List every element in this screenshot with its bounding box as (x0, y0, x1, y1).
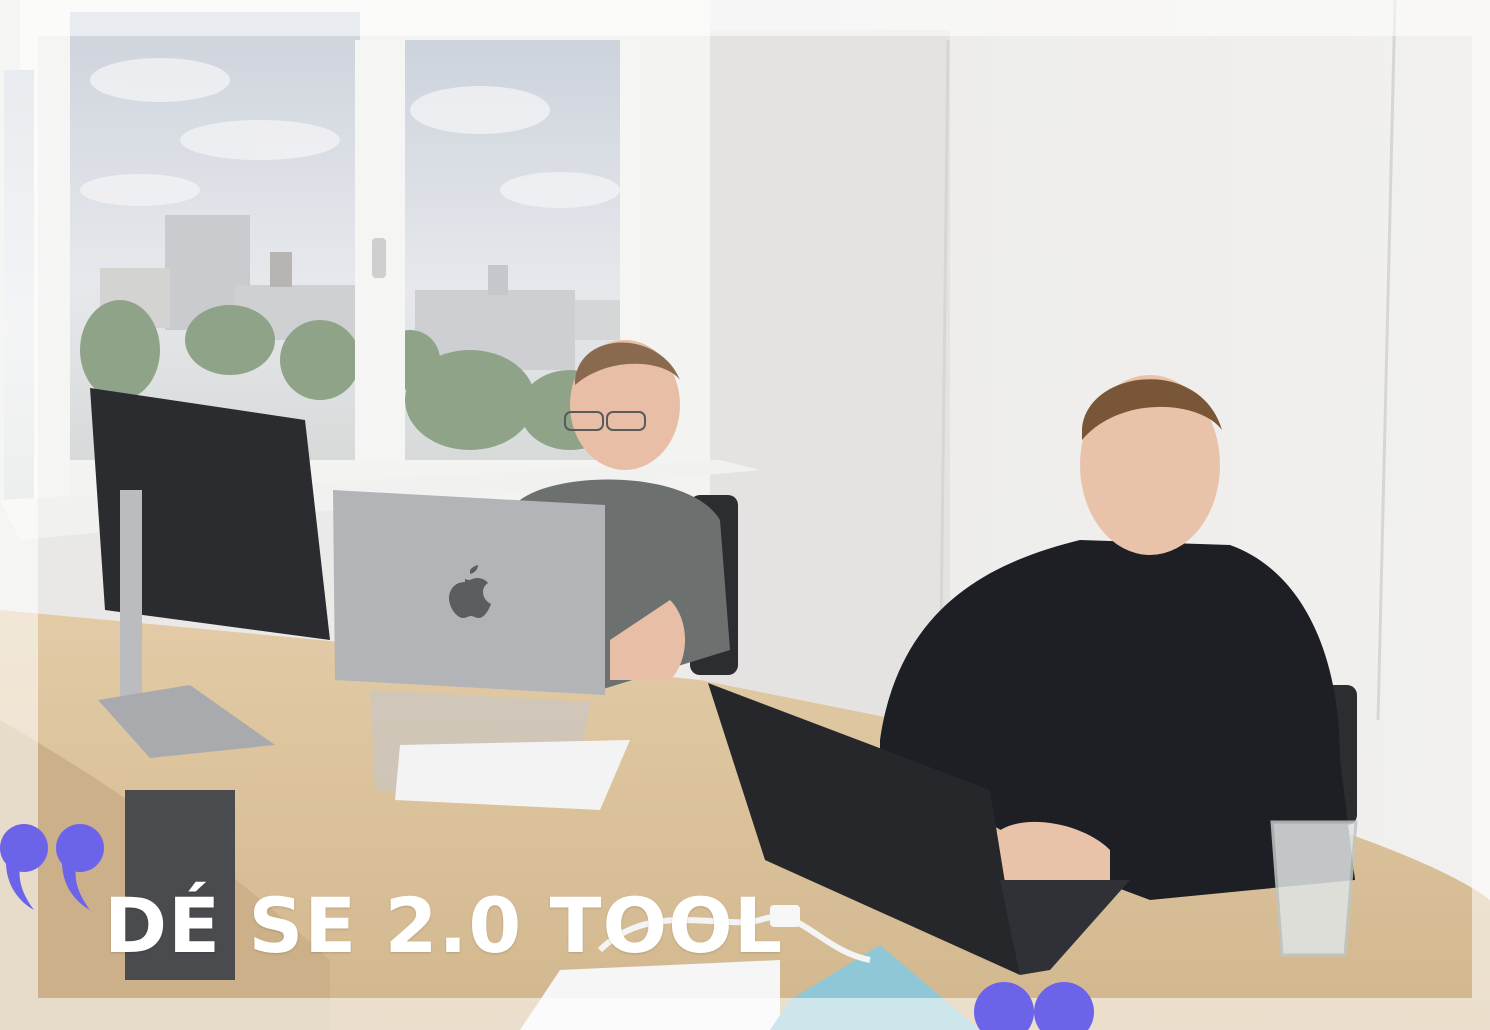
drinking-glass (1270, 820, 1358, 957)
quote-mark-icon (0, 824, 104, 910)
paper-document (395, 740, 630, 810)
quote-mark-icon (974, 982, 1094, 1030)
border-wash-top (0, 0, 1490, 36)
window-handle (372, 238, 386, 278)
headline-text: DÉ SE 2.0 TOOL (104, 881, 784, 970)
border-wash-bottom (0, 998, 1490, 1030)
office-photo (0, 0, 1490, 1030)
border-wash-right (1472, 36, 1490, 998)
window-mullion (34, 10, 70, 500)
